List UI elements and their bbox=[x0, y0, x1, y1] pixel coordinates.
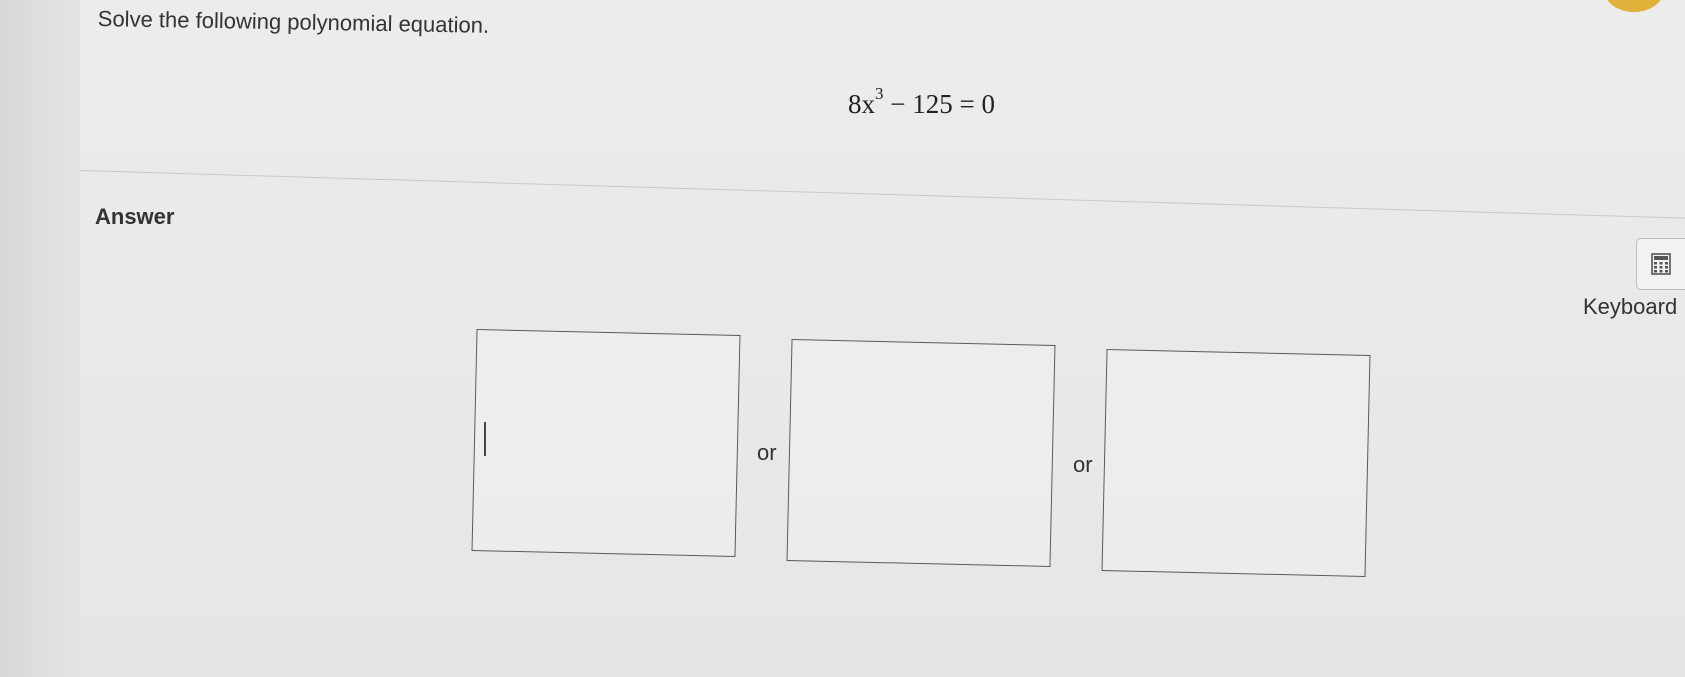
answer-input-1[interactable] bbox=[471, 329, 741, 557]
keyboard-label[interactable]: Keyboard bbox=[1583, 294, 1677, 320]
answer-input-2[interactable] bbox=[786, 339, 1056, 567]
keyboard-toggle-button[interactable] bbox=[1636, 238, 1685, 290]
equation-term: 8x bbox=[848, 89, 875, 119]
question-page: Solve the following polynomial equation.… bbox=[0, 0, 1685, 677]
answer-input-3[interactable] bbox=[1101, 349, 1371, 577]
or-separator-2: or bbox=[1073, 452, 1093, 477]
answer-label: Answer bbox=[95, 204, 175, 229]
equation-rest: − 125 = 0 bbox=[883, 89, 995, 119]
or-separator-1: or bbox=[757, 440, 777, 465]
left-margin bbox=[0, 0, 80, 677]
equation-exponent: 3 bbox=[875, 84, 884, 103]
calculator-icon bbox=[1651, 253, 1671, 275]
text-cursor bbox=[484, 422, 486, 456]
equation: 8x3 − 125 = 0 bbox=[848, 84, 995, 120]
